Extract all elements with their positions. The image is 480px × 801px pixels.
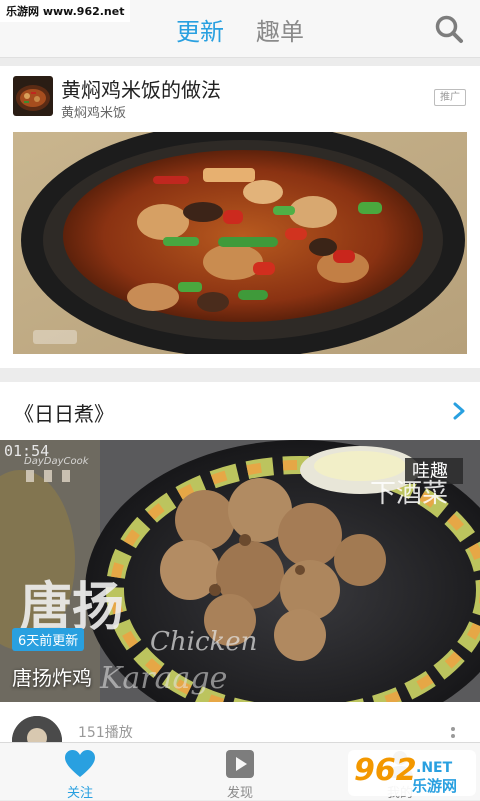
channel-section: 《日日煮》 唐扬 Chicken Karaage 哇趣 下酒菜 DayDayCo… (0, 382, 480, 766)
heart-icon (65, 750, 95, 777)
ad-title[interactable]: 黄焖鸡米饭的做法 (61, 74, 221, 103)
nav-discover[interactable]: 发现 (180, 743, 300, 801)
logo-suffix: .NET (416, 760, 453, 776)
svg-text:Chicken: Chicken (150, 627, 257, 657)
search-icon[interactable] (434, 14, 464, 44)
braised-chicken-image[interactable] (13, 132, 467, 354)
play-count: 151播放 (78, 725, 133, 741)
ad-subtitle: 黄焖鸡米饭 (61, 106, 127, 121)
ad-badge: 推广 (434, 89, 466, 106)
site-logo: 962 .NET 乐游网 (348, 750, 476, 796)
logo-text: 乐游网 (412, 777, 457, 795)
watermark-text: 乐游网 www.962.net (0, 0, 131, 22)
logo-number: 962 (354, 753, 417, 788)
update-badge: 6天前更新 (12, 628, 85, 651)
recipe-thumbnail (13, 76, 53, 116)
video-thumbnail[interactable]: 唐扬 Chicken Karaage 哇趣 下酒菜 DayDayCook 01:… (0, 440, 480, 702)
tab-updates[interactable]: 更新 (176, 12, 224, 47)
ad-card[interactable]: 黄焖鸡米饭的做法 黄焖鸡米饭 推广 (0, 66, 480, 368)
nav-label-discover: 发现 (226, 786, 253, 801)
video-title[interactable]: 唐扬炸鸡 (12, 662, 92, 691)
tab-playlists[interactable]: 趣单 (256, 12, 304, 47)
video-duration: 01:54 (4, 442, 50, 460)
chevron-right-icon[interactable] (450, 401, 468, 421)
svg-text:下酒菜: 下酒菜 (370, 479, 448, 509)
play-icon (226, 750, 254, 778)
nav-follow[interactable]: 关注 (20, 743, 140, 801)
svg-text:Karaage: Karaage (99, 661, 227, 696)
section-title[interactable]: 《日日煮》 (14, 398, 114, 427)
nav-label-follow: 关注 (66, 786, 93, 801)
